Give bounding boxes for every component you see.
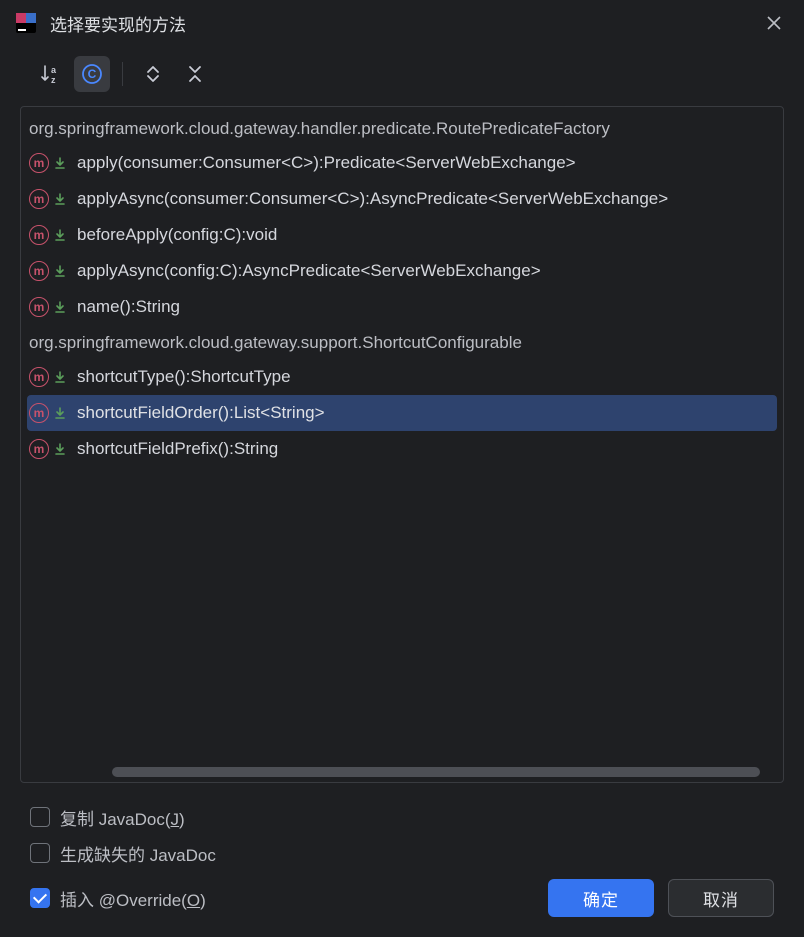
method-row[interactable]: m apply(consumer:Consumer<C>):Predicate<S… (21, 145, 783, 181)
method-icon: m (29, 225, 49, 245)
insert-override-checkbox[interactable] (30, 888, 50, 908)
class-filter-button[interactable]: C (74, 56, 110, 92)
method-icon: m (29, 261, 49, 281)
implementing-icon (53, 300, 67, 314)
footer: 复制 JavaDoc(J) 生成缺失的 JavaDoc 插入 @Override… (0, 791, 804, 937)
toolbar: a z C (0, 46, 804, 102)
copy-javadoc-label: 复制 JavaDoc(J) (60, 805, 185, 830)
method-icon: m (29, 403, 49, 423)
collapse-all-icon (185, 64, 205, 84)
class-filter-c-icon: C (81, 63, 103, 85)
method-icon: m (29, 297, 49, 317)
scrollbar-thumb[interactable] (112, 767, 760, 777)
method-row[interactable]: m shortcutFieldPrefix():String (21, 431, 783, 467)
method-row[interactable]: m name():String (21, 289, 783, 325)
titlebar: 选择要实现的方法 (0, 0, 804, 46)
method-row[interactable]: m beforeApply(config:C):void (21, 217, 783, 253)
gen-missing-javadoc-checkbox[interactable] (30, 843, 50, 863)
method-signature: applyAsync(config:C):AsyncPredicate<Serv… (73, 261, 541, 281)
collapse-all-button[interactable] (177, 56, 213, 92)
ok-button[interactable]: 确定 (548, 879, 654, 917)
implementing-icon (53, 264, 67, 278)
implementing-icon (53, 370, 67, 384)
implementing-icon (53, 192, 67, 206)
method-signature: beforeApply(config:C):void (73, 225, 277, 245)
method-row[interactable]: m shortcutType():ShortcutType (21, 359, 783, 395)
implementing-icon (53, 442, 67, 456)
method-row[interactable]: m shortcutFieldOrder():List<String> (27, 395, 777, 431)
gen-missing-javadoc-label: 生成缺失的 JavaDoc (60, 841, 216, 866)
close-icon (766, 15, 782, 31)
method-signature: applyAsync(consumer:Consumer<C>):AsyncPr… (73, 189, 668, 209)
method-icon: m (29, 189, 49, 209)
method-icon: m (29, 439, 49, 459)
copy-javadoc-checkbox[interactable] (30, 807, 50, 827)
implementing-icon (53, 228, 67, 242)
copy-javadoc-row: 复制 JavaDoc(J) (30, 799, 774, 835)
implementing-icon (53, 406, 67, 420)
insert-override-label: 插入 @Override(O) (60, 886, 206, 911)
svg-text:z: z (51, 75, 56, 85)
sort-az-icon: a z (39, 63, 61, 85)
close-button[interactable] (758, 7, 790, 39)
method-signature: name():String (73, 297, 180, 317)
class-group-header: org.springframework.cloud.gateway.handle… (21, 111, 783, 145)
toolbar-separator (122, 62, 123, 86)
method-signature: shortcutFieldPrefix():String (73, 439, 278, 459)
method-signature: apply(consumer:Consumer<C>):Predicate<Se… (73, 153, 576, 173)
methods-list-panel: org.springframework.cloud.gateway.handle… (20, 106, 784, 783)
implementing-icon (53, 156, 67, 170)
method-row[interactable]: m applyAsync(config:C):AsyncPredicate<Ser… (21, 253, 783, 289)
dialog-title: 选择要实现的方法 (50, 11, 746, 36)
method-signature: shortcutType():ShortcutType (73, 367, 291, 387)
class-group-header: org.springframework.cloud.gateway.suppor… (21, 325, 783, 359)
expand-all-icon (143, 64, 163, 84)
insert-override-row: 插入 @Override(O) (30, 886, 206, 911)
sort-az-button[interactable]: a z (32, 56, 68, 92)
svg-text:a: a (51, 65, 57, 75)
method-signature: shortcutFieldOrder():List<String> (73, 403, 325, 423)
gen-missing-javadoc-row: 生成缺失的 JavaDoc (30, 835, 774, 871)
intellij-app-icon (14, 11, 38, 35)
method-icon: m (29, 367, 49, 387)
method-row[interactable]: m applyAsync(consumer:Consumer<C>):AsyncP… (21, 181, 783, 217)
cancel-button[interactable]: 取消 (668, 879, 774, 917)
expand-all-button[interactable] (135, 56, 171, 92)
svg-text:C: C (88, 67, 97, 81)
methods-list[interactable]: org.springframework.cloud.gateway.handle… (21, 107, 783, 765)
horizontal-scrollbar[interactable] (21, 765, 783, 779)
method-icon: m (29, 153, 49, 173)
